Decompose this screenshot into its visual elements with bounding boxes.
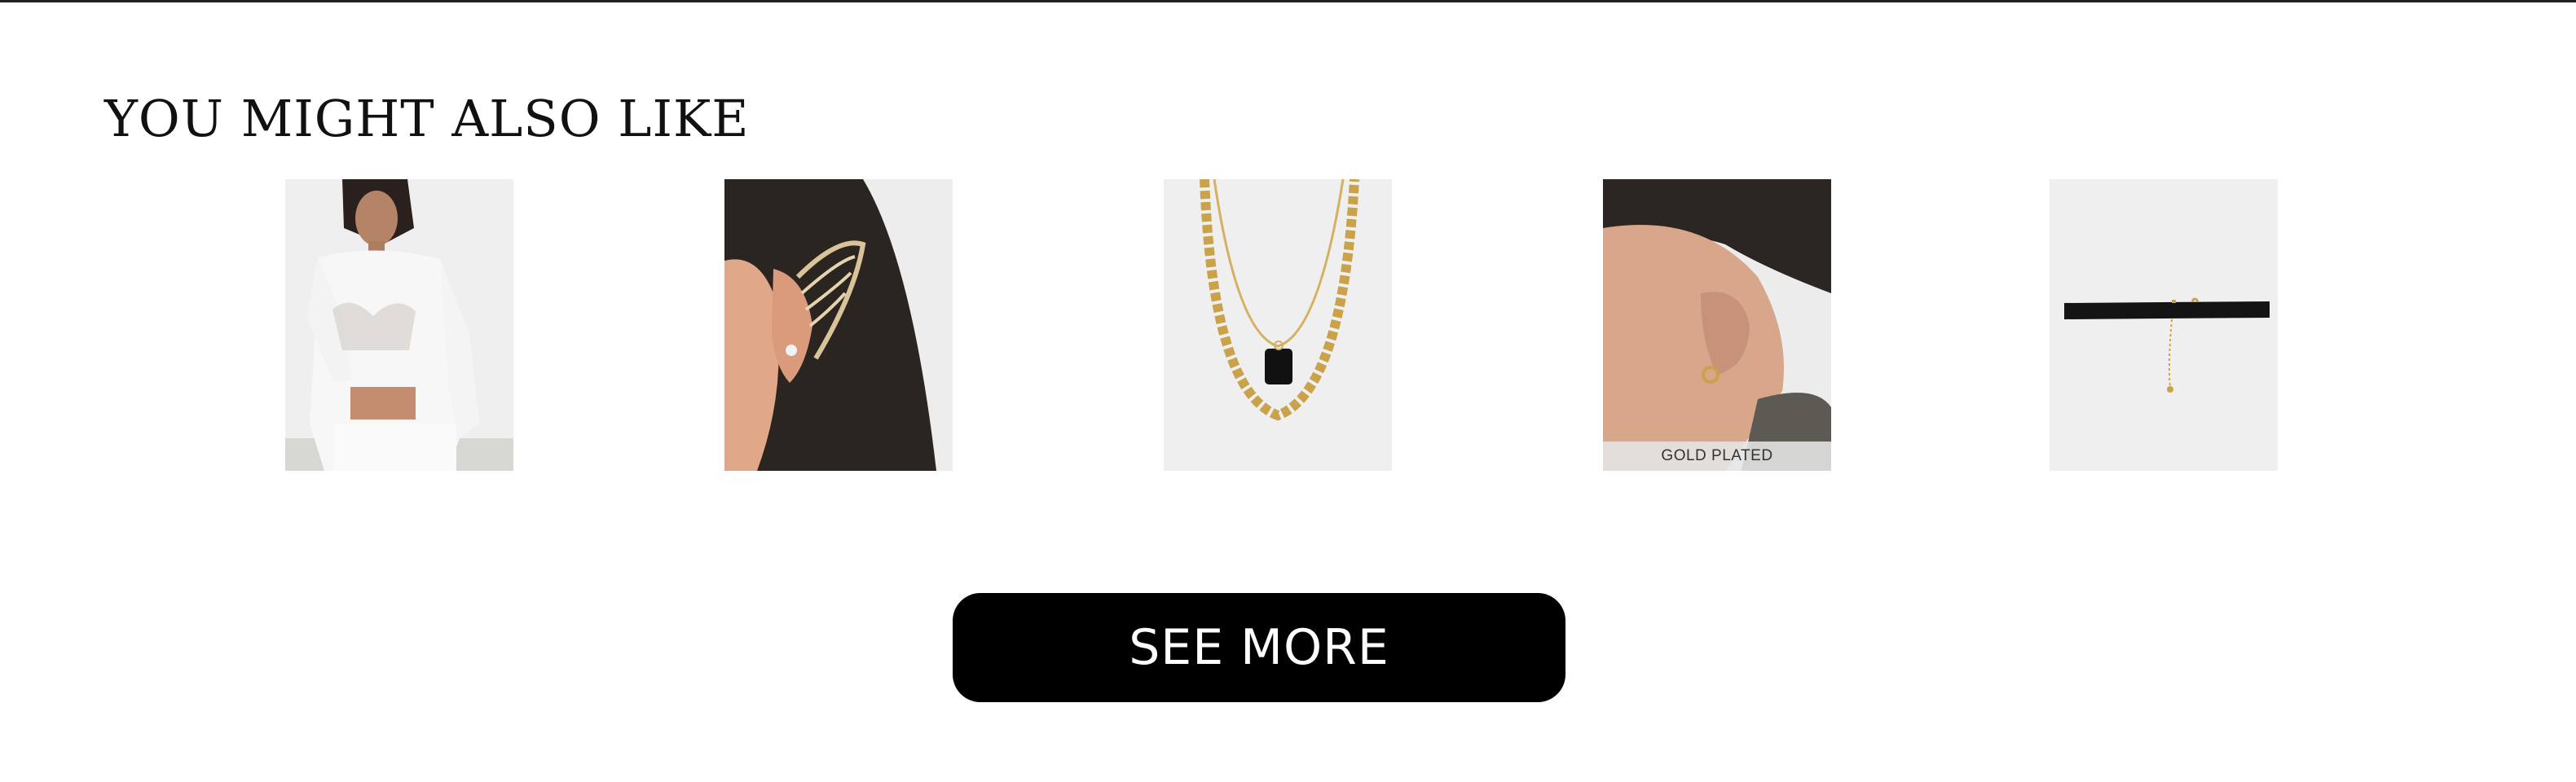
see-more-button[interactable]: SEE MORE (953, 593, 1565, 702)
product-card-3[interactable] (1164, 179, 1392, 471)
product-card-4[interactable]: GOLD PLATED (1603, 179, 1831, 471)
product-card-1[interactable] (285, 179, 513, 471)
huggie-earring-image (1603, 179, 1831, 471)
choker-image (2050, 179, 2278, 471)
section-title: YOU MIGHT ALSO LIKE (104, 89, 750, 149)
top-divider (0, 0, 2576, 2)
product-card-5[interactable] (2050, 179, 2278, 471)
product-card-2[interactable] (724, 179, 953, 471)
model-mesh-top-image (285, 179, 513, 471)
ear-cuff-image (724, 179, 953, 471)
gold-plated-badge: GOLD PLATED (1603, 442, 1831, 471)
layered-necklace-image (1164, 179, 1392, 471)
